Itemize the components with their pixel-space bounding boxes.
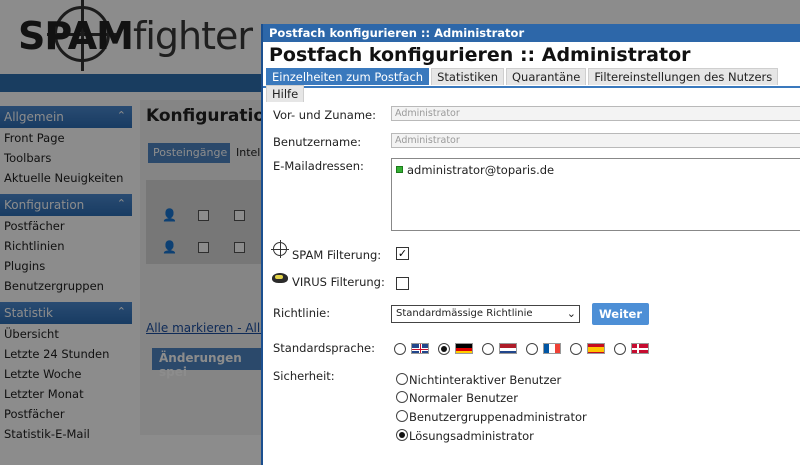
security-radio-solutionadmin[interactable]: [396, 429, 408, 441]
email-address[interactable]: administrator@toparis.de: [407, 163, 554, 177]
email-label: E-Mailadressen:: [273, 159, 364, 173]
username-field: Administrator: [391, 133, 800, 148]
name-field: Administrator: [391, 106, 800, 121]
virus-filter-label: VIRUS Filterung:: [292, 275, 385, 289]
security-label: Sicherheit:: [273, 369, 335, 383]
language-radio-es[interactable]: [570, 343, 582, 355]
language-radio-fr[interactable]: [526, 343, 538, 355]
language-label: Standardsprache:: [273, 341, 375, 355]
spam-filter-checkbox[interactable]: [396, 247, 409, 260]
flag-es-icon: [587, 343, 605, 354]
security-radio-normal[interactable]: [396, 391, 408, 403]
tab-quarantine[interactable]: Quarantäne: [505, 68, 587, 85]
status-dot-icon: [396, 166, 403, 173]
crosshair-icon: [271, 240, 289, 258]
dialog-titlebar[interactable]: Postfach konfigurieren :: Administrator: [263, 24, 800, 42]
language-radio-nl[interactable]: [482, 343, 494, 355]
chevron-down-icon: ⌄: [566, 307, 576, 320]
language-radio-en[interactable]: [394, 343, 406, 355]
policy-label: Richtlinie:: [273, 306, 331, 320]
email-address-list[interactable]: administrator@toparis.de: [391, 158, 800, 231]
flag-de-icon: [455, 343, 473, 354]
tab-statistics[interactable]: Statistiken: [431, 68, 504, 85]
security-option-normal[interactable]: Normaler Benutzer: [409, 391, 518, 405]
tab-help[interactable]: Hilfe: [266, 85, 305, 102]
tab-mailbox-details[interactable]: Einzelheiten zum Postfach: [266, 68, 430, 85]
virus-shield-icon: [272, 273, 288, 283]
tab-user-filter-settings[interactable]: Filtereinstellungen des Nutzers: [588, 68, 779, 85]
security-option-noninteractive[interactable]: Nichtinteraktiver Benutzer: [409, 373, 561, 387]
security-option-solutionadmin[interactable]: Lösungsadministrator: [409, 429, 534, 443]
flag-nl-icon: [499, 343, 517, 354]
security-option-groupadmin[interactable]: Benutzergruppenadministrator: [409, 410, 587, 424]
virus-filter-checkbox[interactable]: [396, 277, 409, 290]
username-label: Benutzername:: [273, 135, 362, 149]
language-radio-de[interactable]: [438, 343, 450, 355]
mailbox-config-dialog: Postfach konfigurieren :: Administrator …: [261, 24, 800, 465]
flag-dk-icon: [631, 343, 649, 354]
security-radio-groupadmin[interactable]: [396, 410, 408, 422]
language-radio-dk[interactable]: [614, 343, 626, 355]
dialog-tabs: Einzelheiten zum Postfach Statistiken Quar…: [263, 68, 800, 102]
name-label: Vor- und Zuname:: [273, 108, 376, 122]
flag-fr-icon: [543, 343, 561, 354]
policy-select[interactable]: Standardmässige Richtlinie ⌄: [391, 305, 580, 323]
flag-uk-icon: [411, 343, 429, 354]
weiter-button[interactable]: Weiter: [592, 303, 649, 325]
security-radio-noninteractive[interactable]: [396, 373, 408, 385]
spam-filter-label: SPAM Filterung:: [292, 248, 382, 262]
dialog-heading: Postfach konfigurieren :: Administrator: [269, 44, 691, 66]
tab-underline: [263, 86, 800, 88]
